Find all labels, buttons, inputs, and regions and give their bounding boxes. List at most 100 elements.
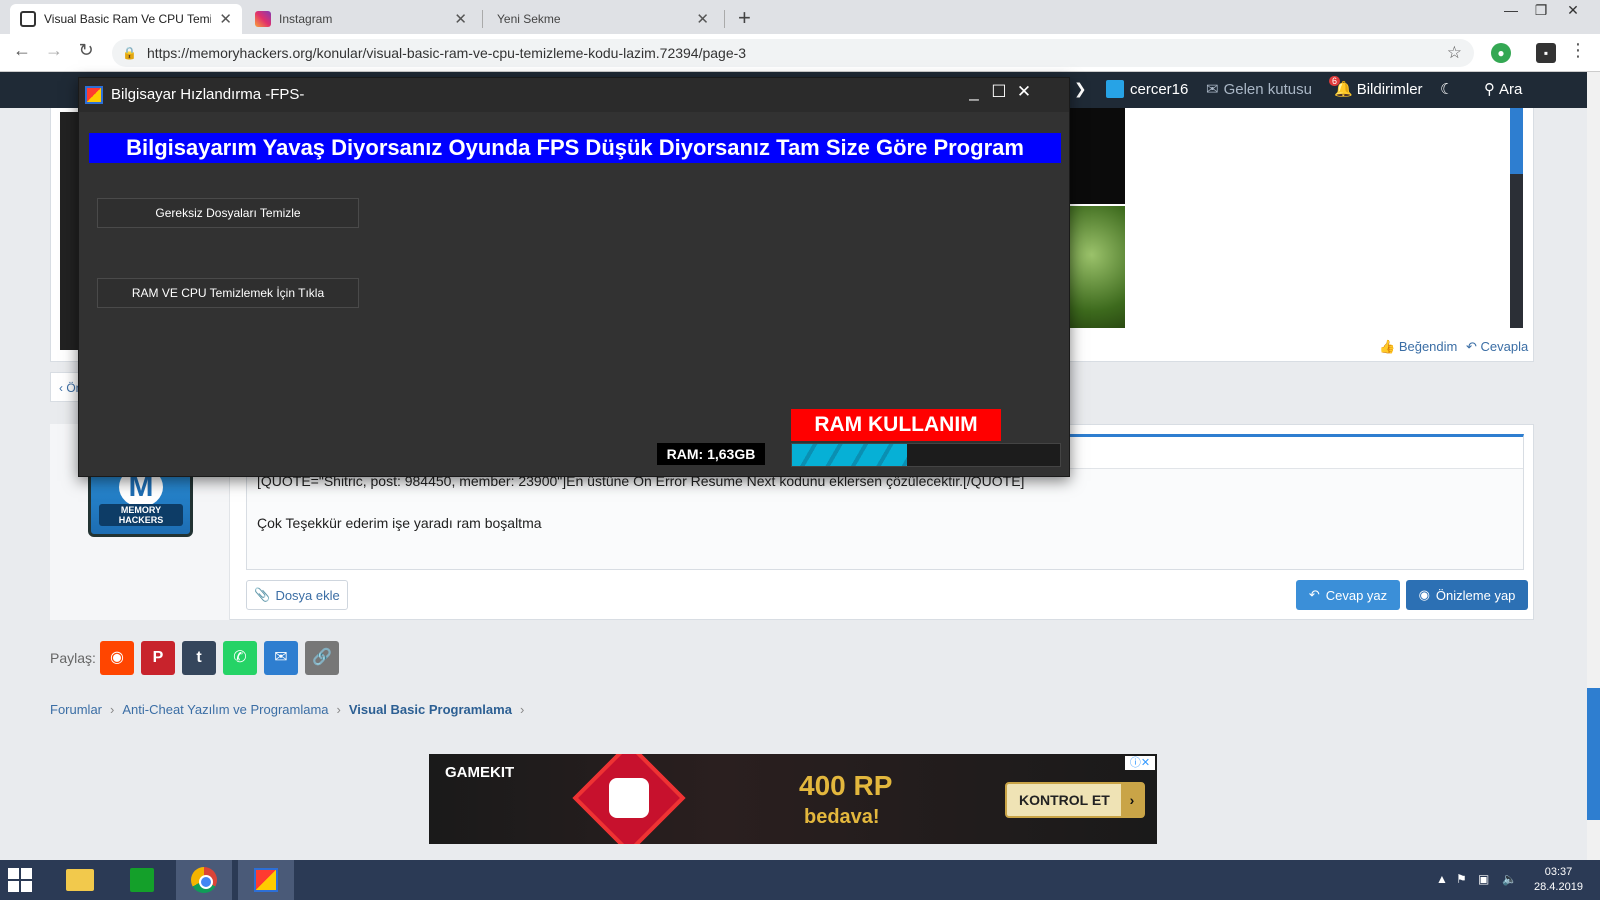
ad-brand: GAMEKIT xyxy=(445,764,515,781)
avatar-logo-text: MEMORY HACKERS xyxy=(99,504,183,526)
tab-title: Yeni Sekme xyxy=(497,12,561,26)
browser-tab-bar: Visual Basic Ram Ve CPU Temizle ✕ Instag… xyxy=(0,0,1600,34)
fps-app-icon xyxy=(254,868,278,892)
advertisement-banner[interactable]: GAMEKIT 400 RP bedava! KONTROL ET › ⓘ✕ xyxy=(429,754,1157,844)
thumbs-up-icon: 👍 xyxy=(1379,339,1396,354)
close-tab-icon[interactable]: ✕ xyxy=(454,10,467,28)
network-icon[interactable]: ▣ xyxy=(1478,872,1489,886)
app-maximize-icon[interactable]: ☐ xyxy=(988,82,1010,102)
back-arrow-icon[interactable]: ← xyxy=(10,40,34,61)
instagram-favicon-icon xyxy=(255,11,271,27)
tab-title: Instagram xyxy=(279,12,333,26)
new-tab-button[interactable]: + xyxy=(738,5,751,31)
reply-arrow-icon: ↶ xyxy=(1466,339,1477,354)
windows-start-icon[interactable] xyxy=(8,868,32,892)
attach-file-button[interactable]: 📎 Dosya ekle xyxy=(246,580,348,610)
extension-green-icon[interactable]: ● xyxy=(1491,43,1511,63)
bookmark-star-icon[interactable]: ☆ xyxy=(1447,43,1462,63)
post-reply-button[interactable]: ↶ Cevap yaz xyxy=(1296,580,1400,610)
store-icon xyxy=(130,868,154,892)
dark-mode-moon-icon[interactable]: ☾ xyxy=(1440,80,1453,98)
whatsapp-share-icon[interactable]: ✆ xyxy=(223,641,257,675)
nav-next-chevron-icon[interactable]: ❯ xyxy=(1074,80,1087,98)
ad-choices-close-icon[interactable]: ⓘ✕ xyxy=(1125,756,1155,770)
reddit-share-icon[interactable]: ◉ xyxy=(100,641,134,675)
preview-button[interactable]: ◉ Önizleme yap xyxy=(1406,580,1528,610)
tab-instagram[interactable]: Instagram ✕ xyxy=(245,4,477,34)
fps-app-window: Bilgisayar Hızlandırma -FPS- _ ☐ ✕ Bilgi… xyxy=(78,77,1070,477)
chrome-menu-icon[interactable]: ⋮ xyxy=(1566,40,1590,61)
fps-app-taskbar[interactable] xyxy=(238,860,294,900)
breadcrumb-chevron-icon: › xyxy=(110,702,115,717)
username: cercer16 xyxy=(1130,80,1189,98)
breadcrumb-forums[interactable]: Forumlar xyxy=(50,702,102,717)
reload-icon[interactable]: ↻ xyxy=(74,40,98,61)
post-image-green xyxy=(1069,206,1125,328)
chrome-app[interactable] xyxy=(176,860,232,900)
url-text: https://memoryhackers.org/konular/visual… xyxy=(146,45,747,61)
ram-progress-fill xyxy=(792,444,908,466)
alerts-link[interactable]: 🔔 Bildirimler xyxy=(1334,80,1423,99)
tumblr-share-icon[interactable]: t xyxy=(182,641,216,675)
clock-date: 28.4.2019 xyxy=(1534,881,1583,893)
eye-icon: ◉ xyxy=(1418,587,1430,602)
tab-title: Visual Basic Ram Ve CPU Temizle xyxy=(44,12,212,26)
ram-progress-bar xyxy=(791,443,1061,467)
forward-arrow-icon[interactable]: → xyxy=(42,40,66,61)
ad-subtext: bedava! xyxy=(804,806,880,828)
clean-files-button[interactable]: Gereksiz Dosyaları Temizle xyxy=(97,198,359,228)
tab-memoryhackers[interactable]: Visual Basic Ram Ve CPU Temizle ✕ xyxy=(10,4,242,34)
minimize-icon[interactable]: — xyxy=(1496,2,1526,18)
app-minimize-icon[interactable]: _ xyxy=(963,82,985,102)
link-share-icon[interactable]: 🔗 xyxy=(305,641,339,675)
clean-ram-cpu-button[interactable]: RAM VE CPU Temizlemek İçin Tıkla xyxy=(97,278,359,308)
like-label: Beğendim xyxy=(1398,339,1458,354)
file-explorer-app[interactable] xyxy=(52,860,108,900)
tray-chevron-icon[interactable]: ▲ xyxy=(1436,872,1448,886)
ad-cta-button[interactable]: KONTROL ET › xyxy=(1005,782,1145,818)
restore-icon[interactable]: ❐ xyxy=(1526,2,1556,19)
close-tab-icon[interactable]: ✕ xyxy=(696,10,709,28)
bell-icon: 🔔 xyxy=(1334,81,1353,98)
close-window-icon[interactable]: ✕ xyxy=(1558,2,1588,19)
tab-separator xyxy=(724,10,725,28)
flag-icon[interactable]: ⚑ xyxy=(1456,872,1467,886)
taskbar-clock[interactable]: 03:37 28.4.2019 xyxy=(1534,865,1583,895)
user-menu[interactable]: cercer16 xyxy=(1106,80,1188,98)
tab-new[interactable]: Yeni Sekme ✕ xyxy=(487,4,719,34)
store-app[interactable] xyxy=(114,860,170,900)
page-scrollbar[interactable] xyxy=(1587,72,1600,860)
extension-dark-icon[interactable]: ▪ xyxy=(1536,43,1556,63)
app-titlebar[interactable]: Bilgisayar Hızlandırma -FPS- _ ☐ ✕ xyxy=(79,78,1069,112)
search-icon: ⚲ xyxy=(1484,81,1495,98)
tab-separator xyxy=(482,10,483,28)
ad-fist-logo-icon xyxy=(572,754,686,844)
search-link[interactable]: ⚲ Ara xyxy=(1484,80,1523,99)
breadcrumb-anticheat[interactable]: Anti-Cheat Yazılım ve Programlama xyxy=(122,702,328,717)
page-scroll-thumb[interactable] xyxy=(1587,688,1600,820)
like-link[interactable]: 👍 Beğendim xyxy=(1379,339,1457,355)
close-tab-icon[interactable]: ✕ xyxy=(219,10,232,28)
search-label: Ara xyxy=(1499,80,1523,98)
sidebar-card xyxy=(60,112,80,350)
reply-link[interactable]: ↶ Cevapla xyxy=(1466,339,1528,355)
paperclip-icon: 📎 xyxy=(254,587,271,602)
inbox-link[interactable]: ✉ Gelen kutusu xyxy=(1206,80,1312,99)
volume-icon[interactable]: 🔈 xyxy=(1502,872,1517,886)
breadcrumb-chevron-icon: › xyxy=(519,702,525,717)
breadcrumb: Forumlar › Anti-Cheat Yazılım ve Program… xyxy=(50,702,524,717)
app-close-icon[interactable]: ✕ xyxy=(1013,82,1035,102)
ad-headline: 400 RP xyxy=(799,770,893,801)
attach-label: Dosya ekle xyxy=(275,587,340,603)
inbox-label: Gelen kutusu xyxy=(1223,80,1312,98)
email-share-icon[interactable]: ✉ xyxy=(264,641,298,675)
reply-button-label: Cevap yaz xyxy=(1325,587,1388,603)
breadcrumb-vb[interactable]: Visual Basic Programlama xyxy=(349,702,512,717)
url-field[interactable]: 🔒 https://memoryhackers.org/konular/visu… xyxy=(112,39,1474,67)
chrome-icon xyxy=(191,867,217,893)
reply-label: Cevapla xyxy=(1480,339,1529,354)
embed-scroll-thumb[interactable] xyxy=(1510,108,1523,174)
share-label: Paylaş: xyxy=(50,650,96,666)
app-banner: Bilgisayarım Yavaş Diyorsanız Oyunda FPS… xyxy=(89,133,1061,163)
pinterest-share-icon[interactable]: P xyxy=(141,641,175,675)
